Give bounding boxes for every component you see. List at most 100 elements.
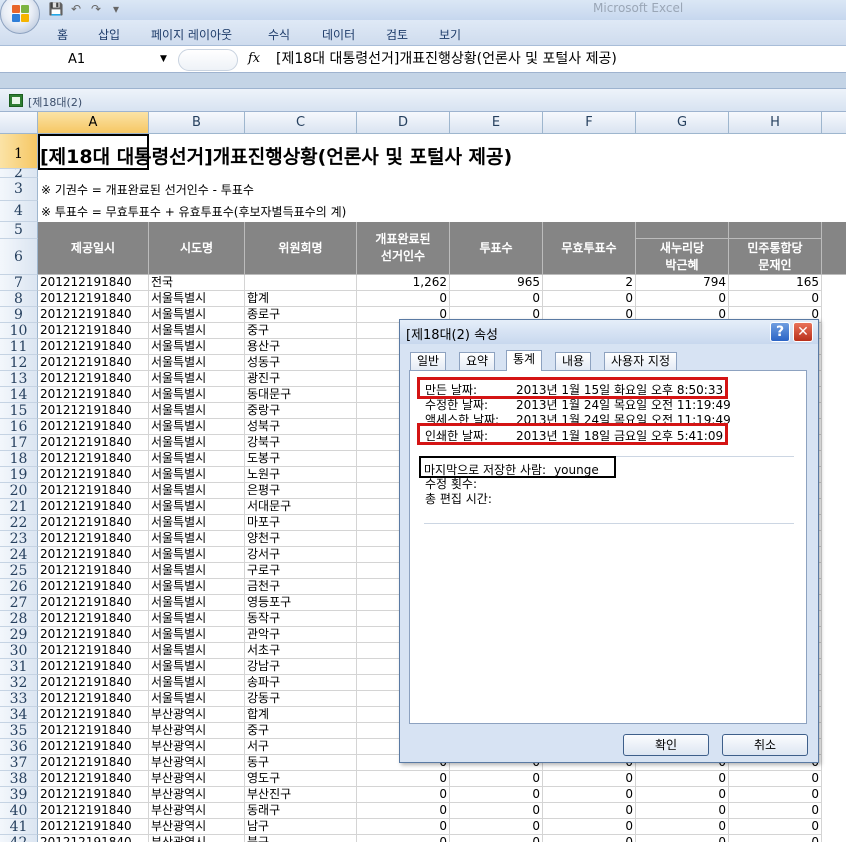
table-cell[interactable]: 0 [729, 835, 822, 842]
insert-function-icon[interactable]: fx [248, 51, 260, 66]
row-header-28[interactable]: 28 [0, 611, 38, 627]
table-cell[interactable]: 0 [729, 803, 822, 819]
table-cell[interactable]: 부산광역시 [149, 723, 245, 739]
table-cell[interactable]: 201212191840 [38, 755, 149, 771]
table-cell[interactable]: 전국 [149, 275, 245, 291]
table-cell[interactable]: 부산광역시 [149, 739, 245, 755]
tab-custom[interactable]: 사용자 지정 [604, 352, 678, 370]
column-header-blank[interactable] [822, 112, 846, 134]
table-cell[interactable]: 0 [636, 803, 729, 819]
table-cell[interactable]: 0 [543, 771, 636, 787]
table-cell[interactable]: 0 [636, 835, 729, 842]
table-cell[interactable]: 서울특별시 [149, 579, 245, 595]
row-header-10[interactable]: 10 [0, 323, 38, 339]
table-cell[interactable]: 201212191840 [38, 323, 149, 339]
table-cell[interactable]: 0 [543, 819, 636, 835]
table-cell[interactable]: 부산광역시 [149, 707, 245, 723]
table-cell[interactable]: 201212191840 [38, 563, 149, 579]
table-cell[interactable]: 서울특별시 [149, 659, 245, 675]
table-cell[interactable]: 201212191840 [38, 547, 149, 563]
header-group-cell[interactable] [729, 222, 822, 239]
table-cell[interactable]: 부산광역시 [149, 803, 245, 819]
table-cell[interactable]: 송파구 [245, 675, 357, 691]
table-cell[interactable]: 부산진구 [245, 787, 357, 803]
formula-input[interactable]: [제18대 대통령선거]개표진행상황(언론사 및 포털사 제공) [276, 50, 617, 69]
tab-formulas[interactable]: 수식 [268, 26, 290, 43]
column-header-h[interactable]: H [729, 112, 822, 134]
table-cell[interactable]: 부산광역시 [149, 787, 245, 803]
row-header-3[interactable]: 3 [0, 178, 38, 201]
column-header-a[interactable]: A [38, 112, 149, 134]
table-cell[interactable]: 201212191840 [38, 771, 149, 787]
table-cell[interactable]: 201212191840 [38, 627, 149, 643]
table-cell[interactable]: 서울특별시 [149, 371, 245, 387]
table-cell[interactable]: 합계 [245, 291, 357, 307]
table-cell[interactable]: 0 [357, 803, 450, 819]
tab-home[interactable]: 홈 [57, 26, 68, 43]
row-header-18[interactable]: 18 [0, 451, 38, 467]
table-cell[interactable]: 서울특별시 [149, 307, 245, 323]
table-cell[interactable]: 201212191840 [38, 819, 149, 835]
column-header-c[interactable]: C [245, 112, 357, 134]
table-cell[interactable]: 201212191840 [38, 611, 149, 627]
column-title-1[interactable]: 시도명 [149, 222, 245, 275]
column-header-e[interactable]: E [450, 112, 543, 134]
row-header-9[interactable]: 9 [0, 307, 38, 323]
table-cell[interactable]: 서울특별시 [149, 595, 245, 611]
row-header-15[interactable]: 15 [0, 403, 38, 419]
table-cell[interactable]: 중랑구 [245, 403, 357, 419]
row-header-24[interactable]: 24 [0, 547, 38, 563]
undo-icon[interactable]: ↶ [68, 1, 84, 17]
table-cell[interactable]: 중구 [245, 323, 357, 339]
row-header-36[interactable]: 36 [0, 739, 38, 755]
select-all-corner[interactable] [0, 112, 38, 134]
table-cell[interactable]: 부산광역시 [149, 819, 245, 835]
table-cell[interactable]: 구로구 [245, 563, 357, 579]
table-cell[interactable]: 201212191840 [38, 531, 149, 547]
table-cell[interactable]: 0 [357, 291, 450, 307]
table-cell[interactable]: 201212191840 [38, 787, 149, 803]
table-cell[interactable]: 0 [636, 787, 729, 803]
table-cell[interactable]: 201212191840 [38, 659, 149, 675]
table-cell[interactable]: 강서구 [245, 547, 357, 563]
table-cell[interactable]: 201212191840 [38, 451, 149, 467]
table-cell[interactable]: 영도구 [245, 771, 357, 787]
table-cell[interactable]: 서울특별시 [149, 291, 245, 307]
table-cell[interactable]: 동대문구 [245, 387, 357, 403]
table-cell[interactable]: 강남구 [245, 659, 357, 675]
table-cell[interactable]: 0 [357, 819, 450, 835]
table-cell[interactable]: 중구 [245, 723, 357, 739]
help-icon[interactable]: ? [770, 322, 790, 342]
table-cell[interactable]: 서울특별시 [149, 339, 245, 355]
table-cell[interactable]: 201212191840 [38, 403, 149, 419]
tab-page-layout[interactable]: 페이지 레이아웃 [151, 26, 232, 43]
table-cell[interactable]: 서울특별시 [149, 435, 245, 451]
table-cell[interactable]: 0 [543, 803, 636, 819]
table-cell[interactable]: 201212191840 [38, 723, 149, 739]
table-cell[interactable]: 동래구 [245, 803, 357, 819]
table-cell[interactable]: 201212191840 [38, 691, 149, 707]
table-cell[interactable]: 201212191840 [38, 419, 149, 435]
table-cell[interactable]: 서울특별시 [149, 419, 245, 435]
table-cell[interactable]: 0 [450, 819, 543, 835]
table-cell[interactable]: 165 [729, 275, 822, 291]
table-cell[interactable]: 201212191840 [38, 595, 149, 611]
table-cell[interactable]: 용산구 [245, 339, 357, 355]
save-icon[interactable]: 💾 [48, 1, 64, 17]
row-header-27[interactable]: 27 [0, 595, 38, 611]
note-vote-count[interactable]: ※ 투표수 = 무효투표수 + 유효투표수(후보자별득표수의 계) [41, 203, 346, 220]
row-header-30[interactable]: 30 [0, 643, 38, 659]
table-cell[interactable]: 201212191840 [38, 803, 149, 819]
table-cell[interactable]: 201212191840 [38, 435, 149, 451]
table-cell[interactable]: 794 [636, 275, 729, 291]
table-cell[interactable]: 강동구 [245, 691, 357, 707]
table-cell[interactable]: 0 [636, 291, 729, 307]
column-header-g[interactable]: G [636, 112, 729, 134]
tab-summary[interactable]: 요약 [459, 352, 496, 370]
table-cell[interactable]: 서울특별시 [149, 451, 245, 467]
row-header-34[interactable]: 34 [0, 707, 38, 723]
table-cell[interactable]: 영등포구 [245, 595, 357, 611]
redo-icon[interactable]: ↷ [88, 1, 104, 17]
column-header-d[interactable]: D [357, 112, 450, 134]
table-cell[interactable]: 서울특별시 [149, 403, 245, 419]
